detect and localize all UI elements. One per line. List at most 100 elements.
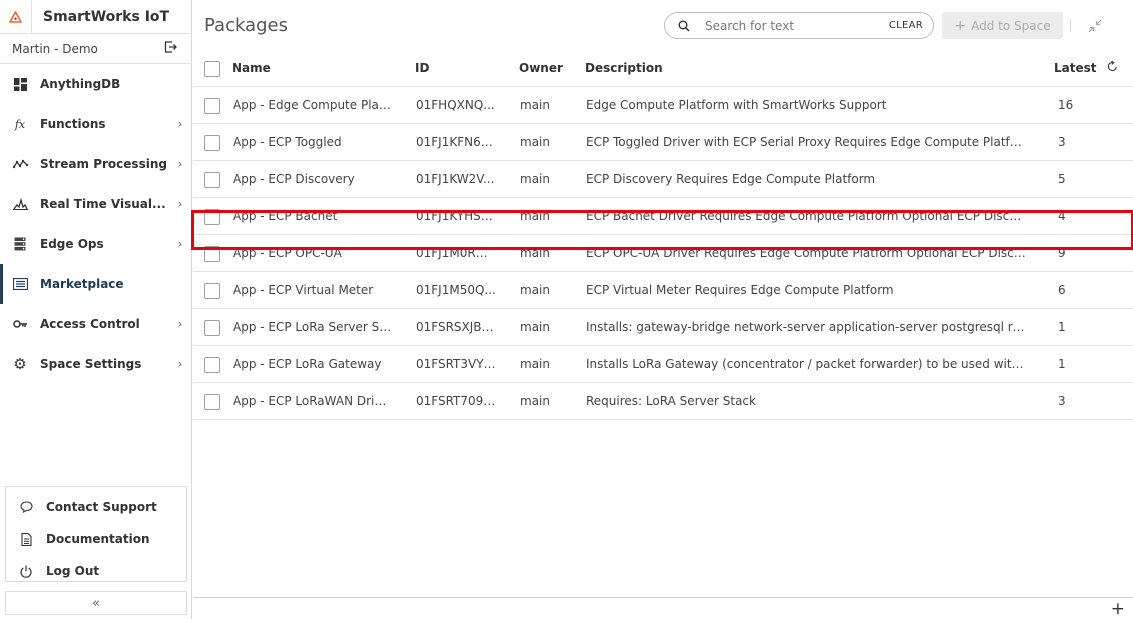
package-id: 01FSRT3VY8... xyxy=(416,357,496,371)
table-row[interactable]: App - ECP OPC-UA 01FJ1M0RG... main ECP O… xyxy=(193,235,1133,272)
sidebar-item-marketplace[interactable]: Marketplace xyxy=(0,264,191,304)
package-description: ECP Virtual Meter Requires Edge Compute … xyxy=(586,283,894,297)
package-name: App - Edge Compute Platf... xyxy=(233,98,393,112)
sidebar-item-label: Access Control xyxy=(40,317,140,331)
column-header-id[interactable]: ID xyxy=(415,61,495,75)
sidebar-item-label: Edge Ops xyxy=(40,237,104,251)
package-description: ECP Bacnet Driver Requires Edge Compute … xyxy=(586,209,1026,223)
sidebar-item-label: Functions xyxy=(40,117,106,131)
table-row[interactable]: App - ECP LoRa Gateway 01FSRT3VY8... mai… xyxy=(193,346,1133,383)
chart-icon xyxy=(12,196,28,212)
package-description: Installs: gateway-bridge network-server … xyxy=(586,320,1026,334)
column-header-name[interactable]: Name xyxy=(232,61,392,75)
package-description: ECP Toggled Driver with ECP Serial Proxy… xyxy=(586,135,1026,149)
sidebar-item-edge-ops[interactable]: Edge Ops › xyxy=(0,224,191,264)
package-description: Requires: LoRA Server Stack xyxy=(586,394,756,408)
sidebar-item-access-control[interactable]: Access Control › xyxy=(0,304,191,344)
contact-support-link[interactable]: Contact Support xyxy=(6,491,186,523)
package-id: 01FJ1M50Q... xyxy=(416,283,496,297)
row-checkbox[interactable] xyxy=(204,394,220,410)
row-checkbox[interactable] xyxy=(204,320,220,336)
package-owner: main xyxy=(520,135,550,149)
sidebar-item-functions[interactable]: fx Functions › xyxy=(0,104,191,144)
package-owner: main xyxy=(520,98,550,112)
search-input[interactable] xyxy=(699,18,889,33)
package-owner: main xyxy=(520,394,550,408)
chevron-right-icon: › xyxy=(177,317,183,331)
contact-support-label: Contact Support xyxy=(46,500,157,514)
table-row[interactable]: App - ECP LoRaWAN Driver 01FSRT7091... m… xyxy=(193,383,1133,420)
sidebar-item-space-settings[interactable]: ⚙ Space Settings › xyxy=(0,344,191,384)
table-row[interactable]: App - ECP LoRa Server Sta... 01FSRSXJBF.… xyxy=(193,309,1133,346)
add-icon[interactable]: + xyxy=(1111,599,1125,619)
package-name: App - ECP LoRaWAN Driver xyxy=(233,394,393,408)
package-latest: 1 xyxy=(1058,357,1066,371)
select-all-checkbox[interactable] xyxy=(204,61,220,77)
collapse-panel-icon[interactable] xyxy=(1088,18,1102,33)
column-header-description[interactable]: Description xyxy=(585,61,1025,75)
collapse-sidebar-button[interactable]: « xyxy=(5,591,187,615)
row-checkbox[interactable] xyxy=(204,172,220,188)
add-to-space-button[interactable]: + Add to Space xyxy=(942,12,1063,39)
table-row[interactable]: App - ECP Toggled 01FJ1KFN6C... main ECP… xyxy=(193,124,1133,161)
package-latest: 1 xyxy=(1058,320,1066,334)
table-row[interactable]: App - ECP Discovery 01FJ1KW2V... main EC… xyxy=(193,161,1133,198)
sidebar-item-label: Marketplace xyxy=(40,277,124,291)
app-title: SmartWorks IoT xyxy=(43,8,170,25)
package-latest: 6 xyxy=(1058,283,1066,297)
row-checkbox[interactable] xyxy=(204,357,220,373)
log-out-link[interactable]: Log Out xyxy=(6,555,186,587)
package-name: App - ECP LoRa Server Sta... xyxy=(233,320,393,334)
sidebar-item-anythingdb[interactable]: AnythingDB xyxy=(0,64,191,104)
table-row[interactable]: App - Edge Compute Platf... 01FHQXNQ... … xyxy=(193,87,1133,124)
sidebar-nav: AnythingDB fx Functions › Stream Process… xyxy=(0,64,191,384)
row-checkbox[interactable] xyxy=(204,209,220,225)
space-selector[interactable]: Martin - Demo xyxy=(0,34,191,64)
package-owner: main xyxy=(520,283,550,297)
package-owner: main xyxy=(520,357,550,371)
column-header-owner[interactable]: Owner xyxy=(519,61,579,75)
documentation-link[interactable]: Documentation xyxy=(6,523,186,555)
package-description: ECP OPC-UA Driver Requires Edge Compute … xyxy=(586,246,1026,260)
table-header-row: Name ID Owner Description Latest xyxy=(193,50,1133,87)
package-latest: 3 xyxy=(1058,394,1066,408)
refresh-icon[interactable] xyxy=(1107,60,1118,75)
power-icon xyxy=(19,564,33,578)
package-description: Installs LoRa Gateway (concentrator / pa… xyxy=(586,357,1026,371)
column-header-latest-label: Latest xyxy=(1054,61,1097,75)
package-owner: main xyxy=(520,320,550,334)
package-name: App - ECP Toggled xyxy=(233,135,342,149)
package-description: ECP Discovery Requires Edge Compute Plat… xyxy=(586,172,876,186)
exit-icon[interactable] xyxy=(164,41,177,56)
table-row[interactable]: App - ECP Virtual Meter 01FJ1M50Q... mai… xyxy=(193,272,1133,309)
package-id: 01FHQXNQ... xyxy=(416,98,495,112)
sidebar-item-stream-processing[interactable]: Stream Processing › xyxy=(0,144,191,184)
package-description: Edge Compute Platform with SmartWorks Su… xyxy=(586,98,887,112)
add-to-space-label: Add to Space xyxy=(971,18,1051,33)
clear-search-button[interactable]: CLEAR xyxy=(889,20,933,31)
stream-icon xyxy=(12,156,28,172)
document-icon xyxy=(19,532,33,546)
sidebar-item-label: Stream Processing xyxy=(40,157,167,171)
grid-icon xyxy=(12,76,28,92)
packages-table: Name ID Owner Description Latest App - E… xyxy=(191,50,1133,420)
function-icon: fx xyxy=(14,117,26,131)
sidebar: SmartWorks IoT Martin - Demo AnythingDB … xyxy=(0,0,192,619)
row-checkbox[interactable] xyxy=(204,246,220,262)
brand-header: SmartWorks IoT xyxy=(0,0,191,34)
package-latest: 4 xyxy=(1058,209,1066,223)
row-checkbox[interactable] xyxy=(204,98,220,114)
chat-icon xyxy=(19,500,33,514)
search-icon xyxy=(669,20,699,32)
table-row[interactable]: App - ECP Bacnet 01FJ1KYHSC... main ECP … xyxy=(193,198,1133,235)
main-content: Packages CLEAR + Add to Space Name ID Ow… xyxy=(191,0,1133,619)
plus-icon: + xyxy=(954,17,967,34)
package-id: 01FSRT7091... xyxy=(416,394,496,408)
sidebar-item-real-time-visualization[interactable]: Real Time Visual... › xyxy=(0,184,191,224)
row-checkbox[interactable] xyxy=(204,283,220,299)
row-checkbox[interactable] xyxy=(204,135,220,151)
page-title: Packages xyxy=(204,15,288,36)
column-header-latest[interactable]: Latest xyxy=(1054,60,1124,75)
triangle-logo-icon[interactable] xyxy=(0,0,32,34)
gear-icon: ⚙ xyxy=(13,355,27,373)
